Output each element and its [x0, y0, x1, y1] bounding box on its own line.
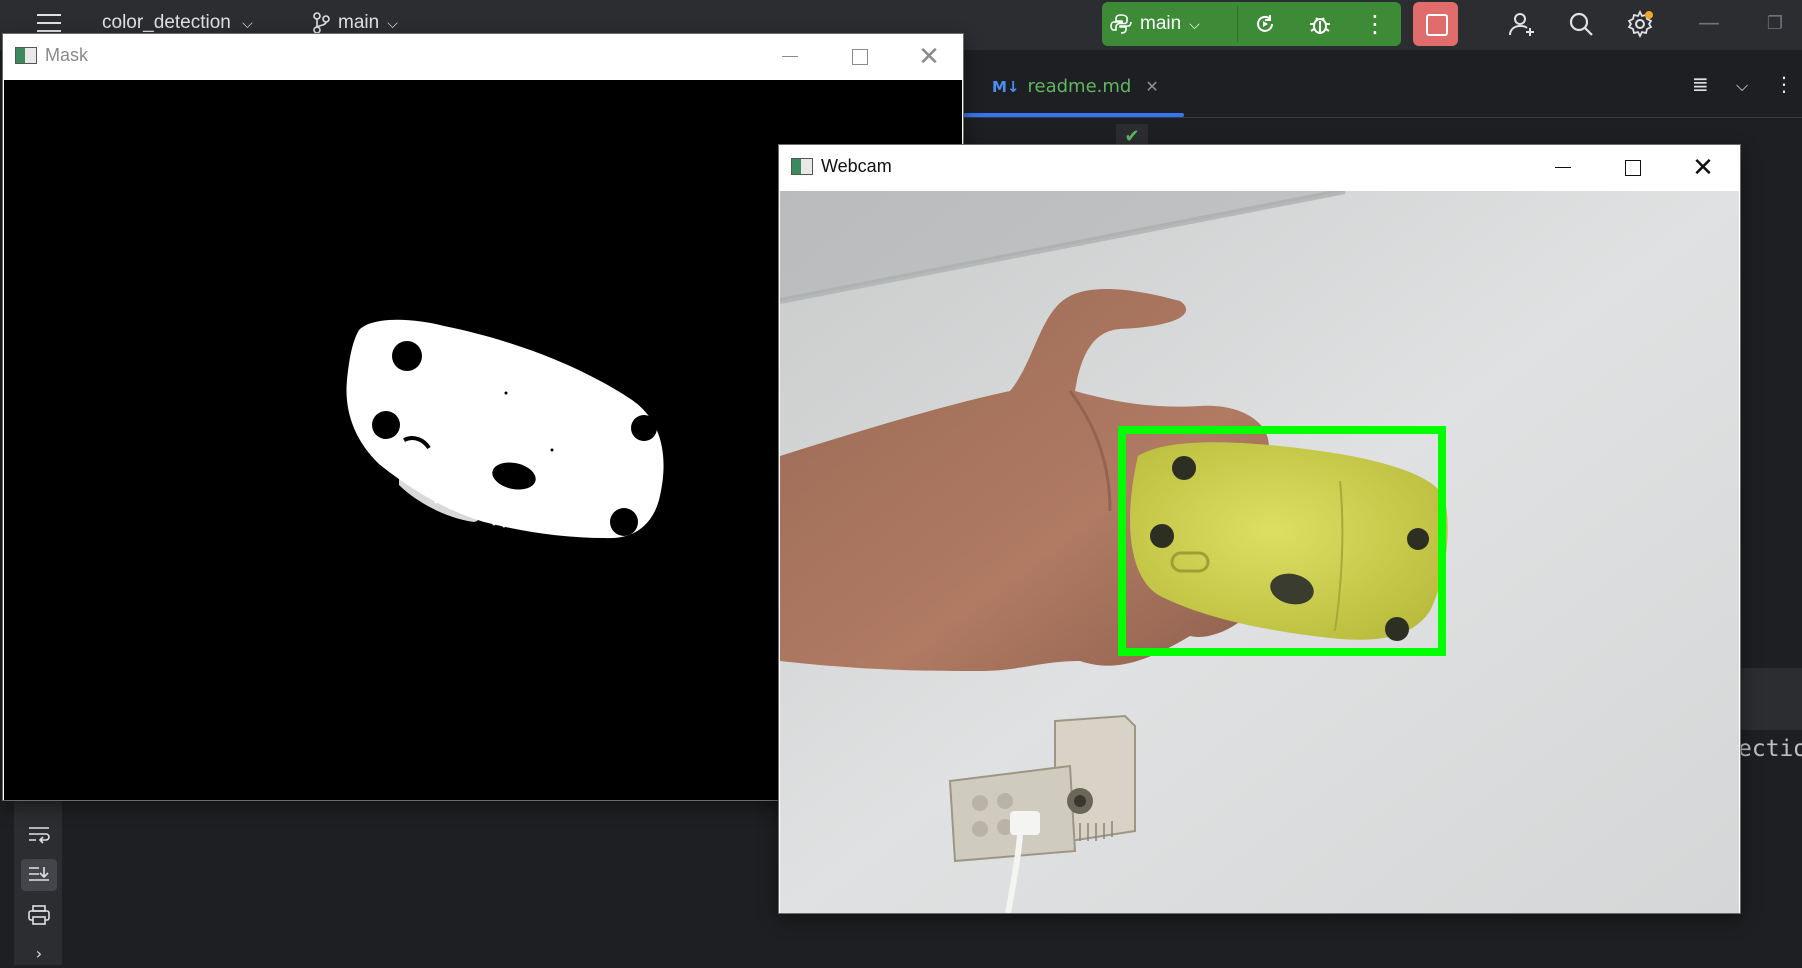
maximize-button[interactable]	[1598, 145, 1668, 190]
rerun-icon[interactable]	[1250, 9, 1280, 39]
more-vertical-icon[interactable]: ⋮	[1774, 72, 1794, 96]
minimize-button[interactable]	[755, 34, 825, 79]
app-icon	[15, 47, 37, 64]
window-title: Webcam	[821, 156, 892, 176]
python-icon	[1110, 14, 1132, 34]
reader-mode-icon[interactable]: ≣	[1692, 72, 1709, 96]
close-icon[interactable]: ✕	[1145, 77, 1158, 96]
console-output-text: ectio	[1738, 736, 1802, 762]
app-icon	[791, 158, 813, 175]
divider	[1237, 6, 1238, 42]
tab-label: readme.md	[1027, 76, 1132, 97]
run-controls: main ⌵ ⋮	[1102, 2, 1401, 46]
chevron-down-icon: ⌵	[1189, 15, 1200, 32]
expand-icon[interactable]: ›	[24, 938, 54, 968]
chevron-down-icon[interactable]: ⌵	[1736, 76, 1748, 96]
active-tab-indicator	[962, 113, 1184, 117]
run-config-selector[interactable]: main ⌵	[1110, 2, 1200, 46]
chevron-down-icon: ⌵	[387, 14, 398, 31]
tab-readme[interactable]: M↓ readme.md ✕	[992, 76, 1159, 97]
minimize-icon[interactable]: —	[1694, 8, 1724, 38]
editor-tab-bar: M↓ readme.md ✕ ≣ ⌵ ⋮	[962, 50, 1802, 118]
project-selector[interactable]: color_detection ⌵	[102, 12, 253, 34]
chevron-down-icon: ⌵	[242, 15, 253, 31]
close-button[interactable]: ✕	[1668, 145, 1738, 190]
window-title: Mask	[45, 45, 89, 65]
branch-selector[interactable]: main ⌵	[312, 12, 398, 34]
scroll-to-end-icon[interactable]	[21, 859, 57, 891]
maximize-button[interactable]	[825, 34, 895, 79]
soft-wrap-icon[interactable]	[24, 820, 54, 850]
project-name: color_detection	[102, 12, 231, 33]
console-toolbar: ›	[14, 800, 62, 965]
settings-icon[interactable]	[1624, 8, 1656, 40]
add-user-icon[interactable]	[1506, 8, 1538, 40]
restore-icon[interactable]: ❐	[1760, 8, 1790, 38]
minimize-button[interactable]	[1528, 145, 1598, 190]
print-icon[interactable]	[24, 900, 54, 930]
debug-icon[interactable]	[1305, 9, 1335, 39]
webcam-titlebar[interactable]: Webcam ✕	[779, 145, 1740, 190]
webcam-feed	[780, 191, 1739, 913]
webcam-window: Webcam ✕	[779, 145, 1740, 913]
mask-titlebar[interactable]: Mask ✕	[3, 34, 963, 79]
markdown-icon: M↓	[992, 77, 1020, 96]
close-button[interactable]: ✕	[894, 34, 964, 79]
run-config-label: main	[1140, 13, 1182, 34]
more-vertical-icon[interactable]: ⋮	[1360, 9, 1390, 39]
stop-button[interactable]	[1413, 2, 1458, 46]
branch-icon	[313, 12, 330, 34]
branch-name: main	[338, 12, 380, 33]
search-icon[interactable]	[1565, 8, 1597, 40]
camera-frame	[780, 191, 1739, 913]
